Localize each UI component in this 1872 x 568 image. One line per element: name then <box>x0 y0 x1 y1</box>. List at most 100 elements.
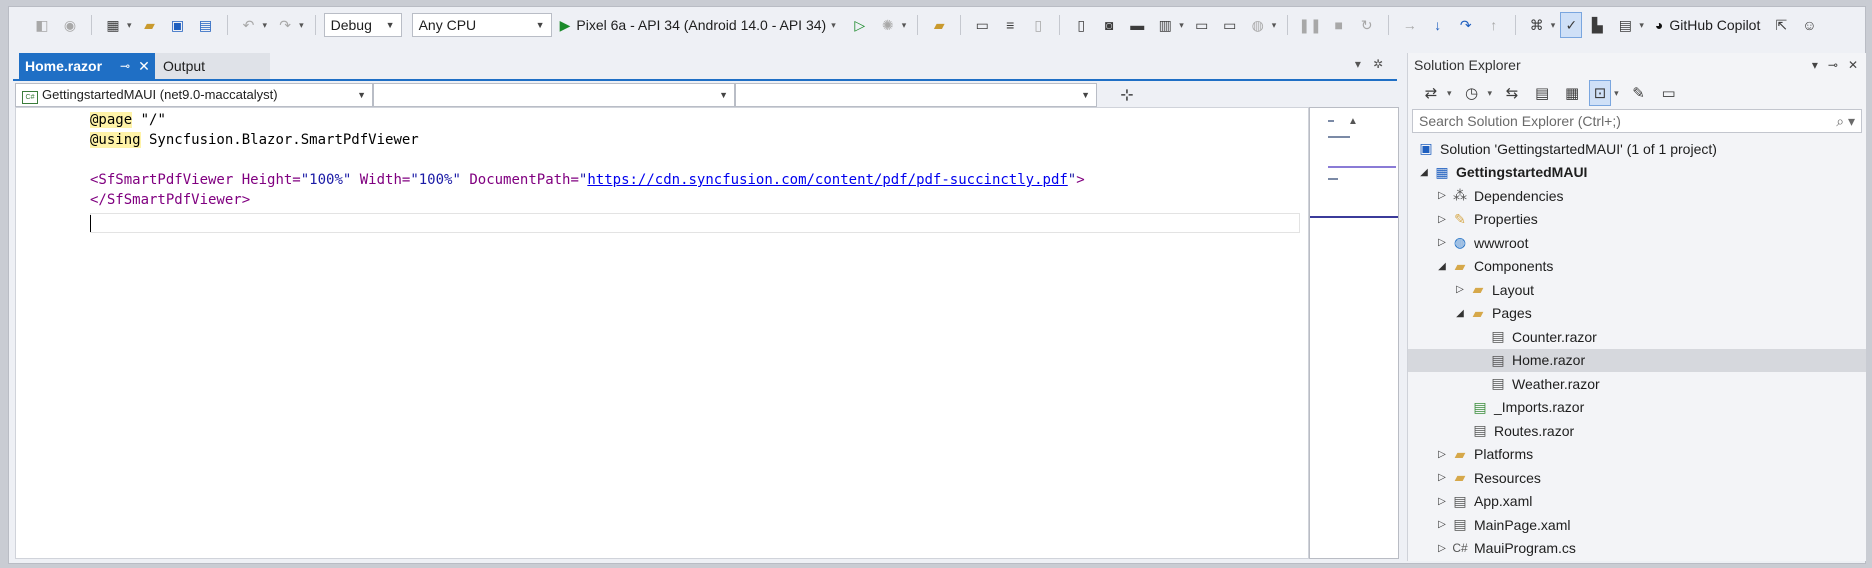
panel-options-icon[interactable]: ▾ <box>1812 58 1818 72</box>
close-icon[interactable]: ✕ <box>138 58 150 75</box>
chevron-down-icon[interactable]: ▾ <box>1447 88 1452 99</box>
new-item-icon[interactable]: ▦ <box>100 12 126 38</box>
expanded-arrow-icon[interactable]: ◢ <box>1416 167 1432 178</box>
tree-item-wwwroot[interactable]: ▷ ◍ wwwroot <box>1408 231 1866 255</box>
project-context-select[interactable]: C# GettingstartedMAUI (net9.0-maccatalyst… <box>15 83 373 107</box>
tree-item-components[interactable]: ◢ ▰ Components <box>1408 255 1866 279</box>
search-icon[interactable]: ⌕ ▾ <box>1836 113 1855 130</box>
collapsed-arrow-icon[interactable]: ▷ <box>1434 519 1450 530</box>
start-without-debugging-icon[interactable]: ▷ <box>847 12 873 38</box>
tree-item-properties[interactable]: ▷ ✎ Properties <box>1408 208 1866 232</box>
pause-icon[interactable]: ❚❚ <box>1296 12 1323 38</box>
stop-icon[interactable]: ■ <box>1326 12 1352 38</box>
share-icon[interactable]: ⇱ <box>1768 12 1794 38</box>
tree-item-platforms[interactable]: ▷ ▰ Platforms <box>1408 443 1866 467</box>
collapse-all-icon[interactable]: ▤ <box>1529 80 1555 106</box>
collapsed-arrow-icon[interactable]: ▷ <box>1434 472 1450 483</box>
minimap-viewport[interactable] <box>1310 216 1398 218</box>
code-editor[interactable]: @page "/" @using Syncfusion.Blazor.SmartP… <box>15 107 1309 559</box>
chevron-down-icon[interactable]: ▾ <box>299 20 304 31</box>
expanded-arrow-icon[interactable]: ◢ <box>1452 308 1468 319</box>
collapsed-arrow-icon[interactable]: ▷ <box>1434 449 1450 460</box>
save-all-icon[interactable]: ▤ <box>193 12 219 38</box>
document-icon[interactable]: ▯ <box>1068 12 1094 38</box>
code-map-icon[interactable]: ⌘ <box>1524 12 1550 38</box>
feedback-icon[interactable]: ☺ <box>1796 12 1822 38</box>
collapsed-arrow-icon[interactable]: ▷ <box>1452 284 1468 295</box>
code-content[interactable]: @page "/" @using Syncfusion.Blazor.SmartP… <box>90 110 1085 210</box>
tree-item-solution[interactable]: ▣ Solution 'GettingstartedMAUI' (1 of 1 … <box>1408 137 1866 161</box>
open-folder-icon[interactable]: ▰ <box>137 12 163 38</box>
panel-icon[interactable]: ▥ <box>1152 12 1178 38</box>
collapsed-arrow-icon[interactable]: ▷ <box>1434 214 1450 225</box>
clipboard-icon[interactable]: ▤ <box>1612 12 1638 38</box>
tab-output[interactable]: Output <box>155 53 270 79</box>
type-scope-select[interactable]: ▼ <box>373 83 735 107</box>
hot-reload-icon[interactable]: ✺ <box>875 12 901 38</box>
run-button[interactable]: ▶ Pixel 6a - API 34 (Android 14.0 - API … <box>554 17 845 34</box>
list-icon[interactable]: ≡ <box>997 12 1023 38</box>
properties-wrench-icon[interactable]: ✎ <box>1626 80 1652 106</box>
tree-item-imports-razor[interactable]: ▤ _Imports.razor <box>1408 396 1866 420</box>
step-into-icon[interactable]: ↓ <box>1425 12 1451 38</box>
spell-check-icon[interactable]: ✓ <box>1560 12 1583 38</box>
document-url-link[interactable]: https://cdn.syncfusion.com/content/pdf/p… <box>587 172 1067 188</box>
tree-item-routes-razor[interactable]: ▤ Routes.razor <box>1408 419 1866 443</box>
monitor-icon[interactable]: ▭ <box>1189 12 1215 38</box>
collapsed-arrow-icon[interactable]: ▷ <box>1434 543 1450 554</box>
pin-icon[interactable]: ⊸ <box>120 59 130 73</box>
close-icon[interactable]: ✕ <box>1848 58 1858 72</box>
tree-item-home-razor[interactable]: ▤ Home.razor <box>1408 348 1866 372</box>
step-out-icon[interactable]: ↑ <box>1481 12 1507 38</box>
chevron-down-icon[interactable]: ▾ <box>1272 20 1277 31</box>
show-all-files-icon[interactable]: ▦ <box>1559 80 1585 106</box>
chevron-down-icon[interactable]: ▾ <box>1179 20 1184 31</box>
member-scope-select[interactable]: ▼ <box>735 83 1097 107</box>
tree-item-mauiprogram-cs[interactable]: ▷ C# MauiProgram.cs <box>1408 537 1866 561</box>
browse-folder-icon[interactable]: ▰ <box>926 12 952 38</box>
collapsed-arrow-icon[interactable]: ▷ <box>1434 237 1450 248</box>
tree-item-project[interactable]: ◢ ▦ GettingstartedMAUI <box>1408 161 1866 185</box>
tree-item-resources[interactable]: ▷ ▰ Resources <box>1408 466 1866 490</box>
undo-icon[interactable]: ↶ <box>236 12 262 38</box>
device-icon[interactable]: ▯ <box>1025 12 1051 38</box>
solution-search-input[interactable]: Search Solution Explorer (Ctrl+;) ⌕ ▾ <box>1412 109 1862 133</box>
collapsed-arrow-icon[interactable]: ▷ <box>1434 190 1450 201</box>
tree-item-mainpage-xaml[interactable]: ▷ ▤ MainPage.xaml <box>1408 513 1866 537</box>
filter-icon[interactable]: ⊡ <box>1589 80 1612 106</box>
platform-select[interactable]: Any CPU ▼ <box>411 13 552 37</box>
save-icon[interactable]: ▣ <box>165 12 191 38</box>
split-editor-icon[interactable]: ⊹ <box>1097 85 1157 105</box>
tree-item-dependencies[interactable]: ▷ ⁂ Dependencies <box>1408 184 1866 208</box>
tree-item-counter-razor[interactable]: ▤ Counter.razor <box>1408 325 1866 349</box>
show-next-statement-icon[interactable]: → <box>1397 12 1423 38</box>
performance-icon[interactable]: ▙ <box>1584 12 1610 38</box>
camera-icon[interactable]: ◙ <box>1096 12 1122 38</box>
switch-views-icon[interactable]: ⇄ <box>1418 80 1444 106</box>
pending-changes-icon[interactable]: ◷ <box>1459 80 1485 106</box>
step-over-icon[interactable]: ↷ <box>1453 12 1479 38</box>
tree-item-layout[interactable]: ▷ ▰ Layout <box>1408 278 1866 302</box>
collapsed-arrow-icon[interactable]: ▷ <box>1434 496 1450 507</box>
tab-list-dropdown-icon[interactable]: ▾ <box>1355 57 1361 71</box>
redo-icon[interactable]: ↷ <box>272 12 298 38</box>
chevron-down-icon[interactable]: ▾ <box>263 20 268 31</box>
chevron-down-icon[interactable]: ▾ <box>127 20 132 31</box>
tab-home-razor[interactable]: Home.razor ⊸ ✕ <box>19 53 155 79</box>
pin-icon[interactable]: ⊸ <box>1828 58 1838 72</box>
chevron-down-icon[interactable]: ▾ <box>1639 20 1644 31</box>
tree-item-weather-razor[interactable]: ▤ Weather.razor <box>1408 372 1866 396</box>
screen-icon[interactable]: ▭ <box>1217 12 1243 38</box>
chevron-down-icon[interactable]: ▾ <box>1488 88 1493 99</box>
terminal-icon[interactable]: ▬ <box>1124 12 1150 38</box>
sync-icon[interactable]: ⇆ <box>1499 80 1525 106</box>
preview-icon[interactable]: ▭ <box>1656 80 1682 106</box>
chevron-down-icon[interactable]: ▾ <box>902 20 907 31</box>
tree-item-pages[interactable]: ◢ ▰ Pages <box>1408 302 1866 326</box>
window-layout-icon[interactable]: ▭ <box>969 12 995 38</box>
back-icon[interactable]: ◧ <box>29 12 55 38</box>
copilot-button[interactable]: ◕ GitHub Copilot <box>1649 17 1767 33</box>
chevron-down-icon[interactable]: ▾ <box>1551 20 1556 31</box>
record-icon[interactable]: ◍ <box>1245 12 1271 38</box>
restart-icon[interactable]: ↻ <box>1354 12 1380 38</box>
